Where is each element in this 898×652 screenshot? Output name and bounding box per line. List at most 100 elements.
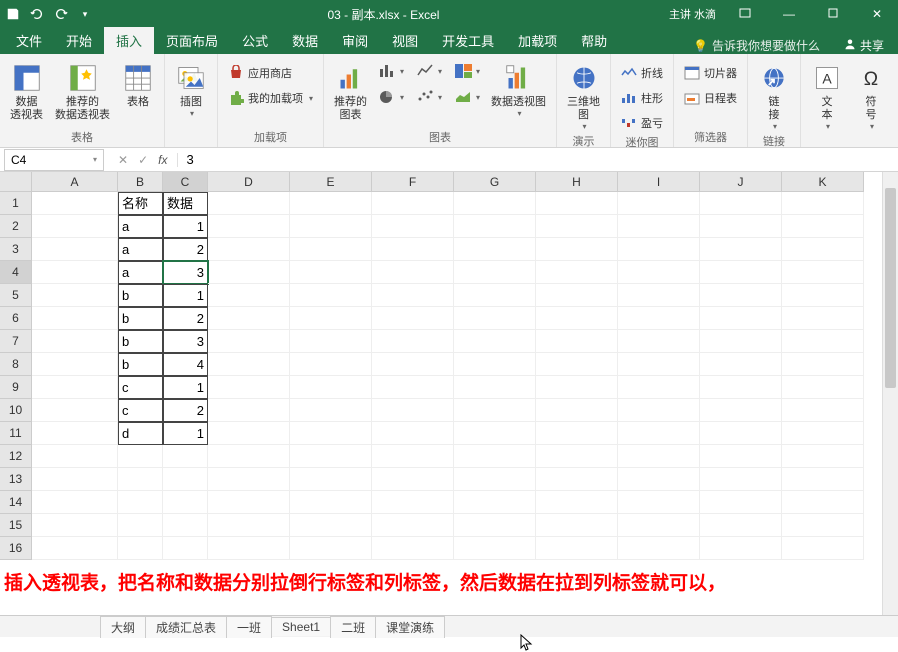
cell[interactable] bbox=[208, 192, 290, 215]
cell[interactable] bbox=[372, 238, 454, 261]
cell[interactable] bbox=[700, 215, 782, 238]
sheet-tab[interactable]: 一班 bbox=[226, 616, 272, 638]
cell[interactable] bbox=[290, 445, 372, 468]
sparkline-winloss-button[interactable]: 盈亏 bbox=[617, 112, 667, 134]
select-all-corner[interactable] bbox=[0, 172, 32, 192]
sparkline-column-button[interactable]: 柱形 bbox=[617, 87, 667, 109]
cell[interactable] bbox=[208, 284, 290, 307]
tab-view[interactable]: 视图 bbox=[380, 27, 430, 54]
cell[interactable] bbox=[208, 514, 290, 537]
cell[interactable] bbox=[208, 261, 290, 284]
cell[interactable] bbox=[618, 445, 700, 468]
scatter-chart-icon[interactable]: ▾ bbox=[413, 86, 445, 108]
cell[interactable] bbox=[536, 261, 618, 284]
cell[interactable] bbox=[32, 399, 118, 422]
sparkline-line-button[interactable]: 折线 bbox=[617, 62, 667, 84]
cell[interactable] bbox=[454, 468, 536, 491]
treemap-chart-icon[interactable]: ▾ bbox=[451, 60, 483, 82]
cell[interactable] bbox=[290, 353, 372, 376]
cell[interactable] bbox=[454, 376, 536, 399]
column-header[interactable]: C bbox=[163, 172, 208, 192]
column-chart-icon[interactable]: ▾ bbox=[375, 60, 407, 82]
cell[interactable] bbox=[782, 399, 864, 422]
row-header[interactable]: 14 bbox=[0, 491, 32, 514]
cell[interactable] bbox=[782, 445, 864, 468]
cell[interactable] bbox=[618, 238, 700, 261]
cell[interactable] bbox=[618, 491, 700, 514]
cell[interactable] bbox=[290, 399, 372, 422]
row-header[interactable]: 13 bbox=[0, 468, 32, 491]
cancel-icon[interactable]: ✕ bbox=[118, 153, 128, 167]
cell[interactable] bbox=[290, 238, 372, 261]
cell[interactable] bbox=[32, 468, 118, 491]
cell[interactable] bbox=[372, 261, 454, 284]
name-box-dropdown-icon[interactable]: ▾ bbox=[93, 155, 97, 164]
column-header[interactable]: J bbox=[700, 172, 782, 192]
cell[interactable] bbox=[208, 307, 290, 330]
cell[interactable] bbox=[372, 491, 454, 514]
cell[interactable] bbox=[700, 261, 782, 284]
scrollbar-thumb[interactable] bbox=[885, 188, 896, 388]
cell[interactable]: a bbox=[118, 238, 163, 261]
cell[interactable] bbox=[536, 491, 618, 514]
column-header[interactable]: D bbox=[208, 172, 290, 192]
text-button[interactable]: A 文 本 ▾ bbox=[807, 60, 847, 133]
cell[interactable] bbox=[290, 468, 372, 491]
cell[interactable]: 1 bbox=[163, 215, 208, 238]
cell[interactable]: b bbox=[118, 330, 163, 353]
cell[interactable] bbox=[618, 376, 700, 399]
cell[interactable] bbox=[454, 284, 536, 307]
cell[interactable] bbox=[32, 514, 118, 537]
row-header[interactable]: 15 bbox=[0, 514, 32, 537]
cell[interactable] bbox=[372, 192, 454, 215]
cell[interactable] bbox=[372, 376, 454, 399]
row-header[interactable]: 4 bbox=[0, 261, 32, 284]
cell[interactable] bbox=[454, 491, 536, 514]
cell[interactable] bbox=[700, 307, 782, 330]
cell[interactable]: 3 bbox=[163, 330, 208, 353]
cell[interactable] bbox=[32, 353, 118, 376]
tab-file[interactable]: 文件 bbox=[4, 27, 54, 54]
cell[interactable]: 2 bbox=[163, 307, 208, 330]
cell[interactable] bbox=[782, 215, 864, 238]
cell[interactable] bbox=[782, 422, 864, 445]
cell[interactable] bbox=[208, 445, 290, 468]
cell[interactable] bbox=[536, 330, 618, 353]
column-header[interactable]: B bbox=[118, 172, 163, 192]
cell[interactable] bbox=[118, 514, 163, 537]
cell[interactable] bbox=[536, 284, 618, 307]
sheet-tab[interactable]: 二班 bbox=[330, 616, 376, 638]
cell[interactable] bbox=[163, 445, 208, 468]
cell[interactable]: 1 bbox=[163, 376, 208, 399]
cell[interactable] bbox=[32, 330, 118, 353]
cell[interactable] bbox=[700, 468, 782, 491]
share-button[interactable]: 共享 bbox=[830, 37, 898, 54]
maximize-icon[interactable] bbox=[818, 7, 848, 21]
cell[interactable] bbox=[454, 192, 536, 215]
row-header[interactable]: 16 bbox=[0, 537, 32, 560]
sheet-tab[interactable]: Sheet1 bbox=[271, 617, 331, 636]
recommended-charts-button[interactable]: 推荐的 图表 bbox=[330, 60, 371, 124]
cell[interactable] bbox=[454, 215, 536, 238]
cell[interactable] bbox=[782, 284, 864, 307]
cell[interactable] bbox=[454, 422, 536, 445]
cell[interactable]: 4 bbox=[163, 353, 208, 376]
surface-chart-icon[interactable]: ▾ bbox=[451, 86, 483, 108]
cell[interactable] bbox=[290, 491, 372, 514]
cell[interactable] bbox=[536, 215, 618, 238]
cell[interactable] bbox=[782, 537, 864, 560]
cell[interactable] bbox=[290, 514, 372, 537]
cell[interactable] bbox=[372, 330, 454, 353]
row-header[interactable]: 10 bbox=[0, 399, 32, 422]
cell[interactable] bbox=[536, 307, 618, 330]
cell[interactable] bbox=[32, 445, 118, 468]
pie-chart-icon[interactable]: ▾ bbox=[375, 86, 407, 108]
sheet-tab[interactable]: 成绩汇总表 bbox=[145, 616, 227, 638]
cell[interactable] bbox=[454, 537, 536, 560]
minimize-icon[interactable]: — bbox=[774, 7, 804, 21]
cell[interactable] bbox=[208, 422, 290, 445]
column-header[interactable]: E bbox=[290, 172, 372, 192]
cell[interactable] bbox=[618, 261, 700, 284]
cell[interactable]: 数据 bbox=[163, 192, 208, 215]
cell[interactable]: 3 bbox=[163, 261, 208, 284]
